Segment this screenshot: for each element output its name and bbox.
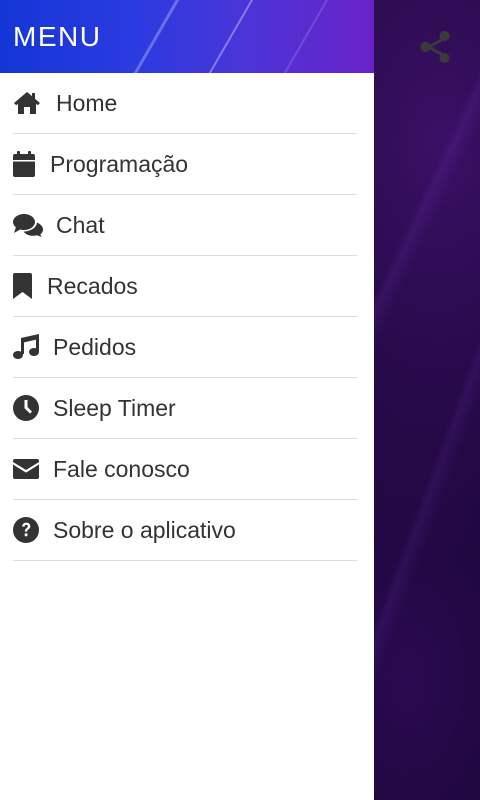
menu-item-label: Chat: [56, 211, 105, 238]
menu-list: Home Programação Chat Recados Pedidos Sl…: [0, 73, 374, 561]
menu-item-programacao[interactable]: Programação: [13, 134, 357, 195]
clock-icon: [13, 394, 53, 422]
menu-item-label: Home: [56, 89, 118, 116]
music-note-icon: [13, 333, 53, 361]
share-button[interactable]: [414, 26, 456, 68]
drawer-header: MENU: [0, 0, 374, 73]
menu-item-home[interactable]: Home: [13, 73, 357, 134]
menu-item-chat[interactable]: Chat: [13, 195, 357, 256]
menu-item-recados[interactable]: Recados: [13, 256, 357, 317]
menu-item-label: Sleep Timer: [53, 394, 176, 421]
menu-item-pedidos[interactable]: Pedidos: [13, 317, 357, 378]
chat-icon: [13, 211, 56, 239]
header-light-streak: [117, 0, 186, 73]
question-circle-icon: [13, 516, 53, 544]
bookmark-icon: [13, 272, 47, 300]
calendar-icon: [13, 150, 50, 178]
menu-item-label: Sobre o aplicativo: [53, 516, 236, 543]
header-light-streak: [192, 0, 260, 73]
menu-item-label: Pedidos: [53, 333, 137, 360]
menu-item-sobre-o-aplicativo[interactable]: Sobre o aplicativo: [13, 500, 357, 561]
home-icon: [13, 89, 56, 117]
header-light-streak: [267, 0, 335, 73]
menu-title: MENU: [13, 21, 102, 52]
envelope-icon: [13, 455, 53, 483]
navigation-drawer: MENU Home Programação Chat Recados Pedid…: [0, 0, 374, 800]
menu-item-label: Programação: [50, 150, 189, 177]
menu-item-fale-conosco[interactable]: Fale conosco: [13, 439, 357, 500]
share-icon: [420, 30, 450, 64]
menu-item-label: Recados: [47, 272, 138, 299]
menu-item-label: Fale conosco: [53, 455, 190, 482]
menu-item-sleep-timer[interactable]: Sleep Timer: [13, 378, 357, 439]
